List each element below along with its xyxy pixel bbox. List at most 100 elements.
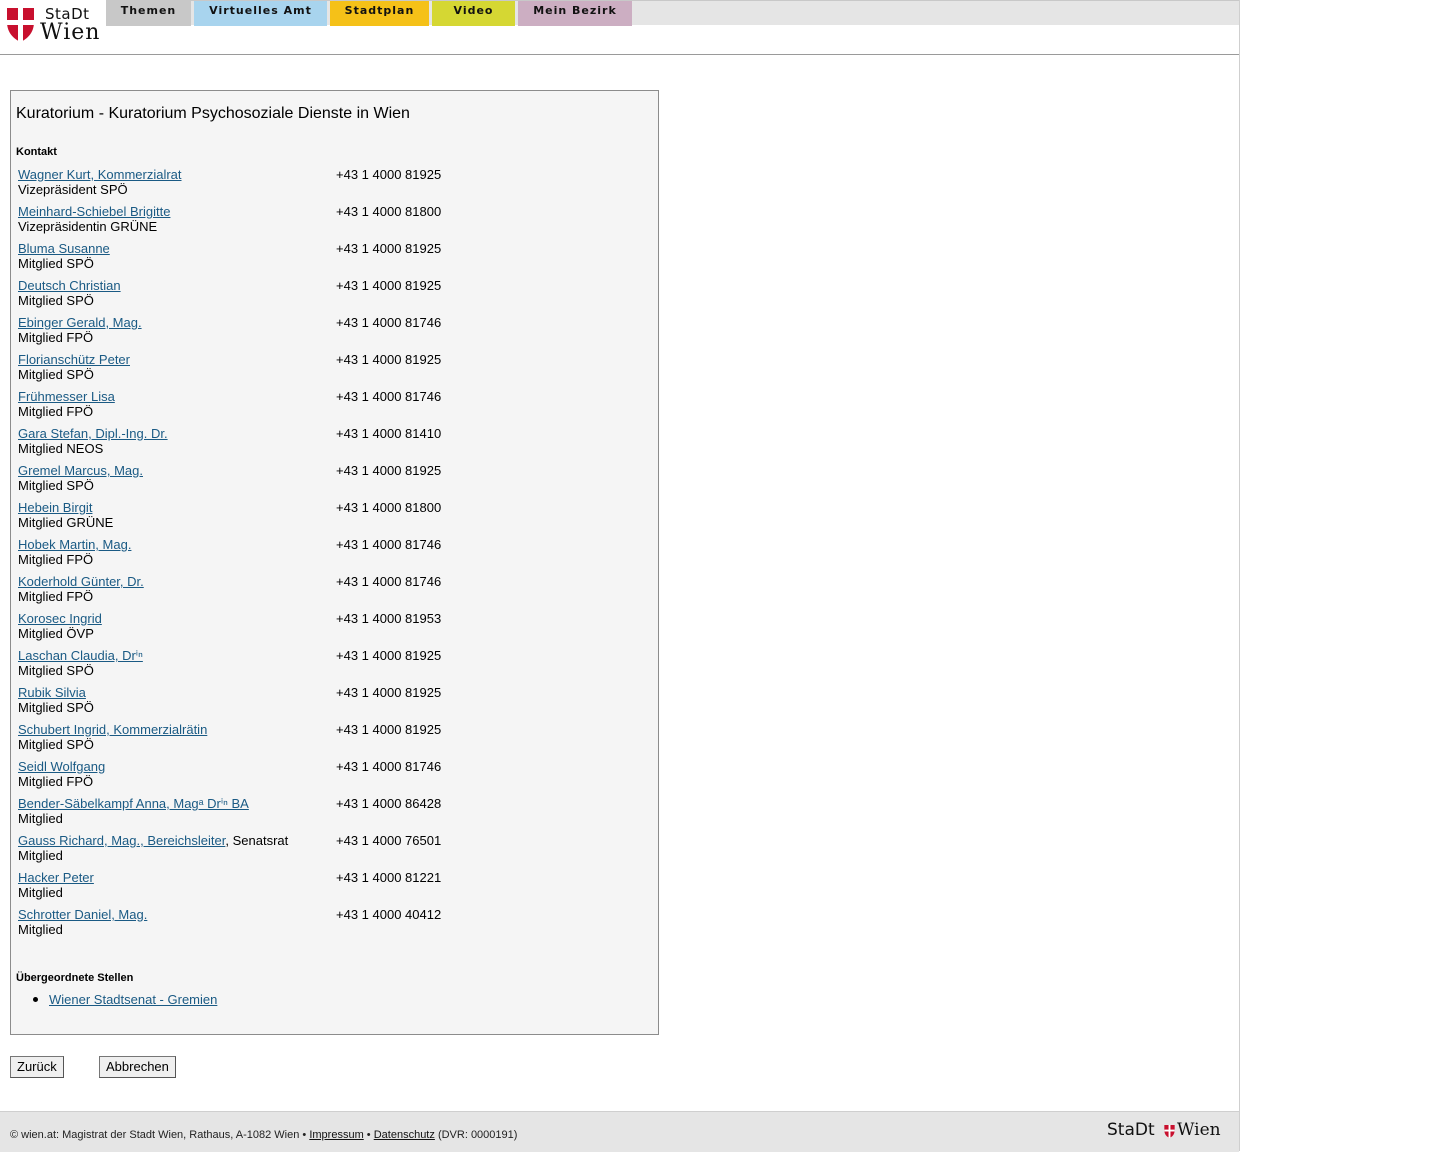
organization-panel: Kuratorium - Kuratorium Psychosoziale Di… xyxy=(10,90,659,1035)
datenschutz-link[interactable]: Datenschutz xyxy=(374,1129,435,1141)
contact-role: Mitglied SPÖ xyxy=(18,663,94,678)
contact-name: Bluma Susanne xyxy=(18,241,110,256)
site-header: StaDt Wien Themen Virtuelles Amt Stadtpl… xyxy=(0,0,1239,55)
contact-name-link[interactable]: Hebein Birgit xyxy=(18,500,92,515)
contact-name-link[interactable]: Koderhold Günter, Dr. xyxy=(18,574,144,589)
contact-role: Mitglied FPÖ xyxy=(18,330,94,345)
list-bullet-icon xyxy=(33,997,38,1002)
contact-role: Mitglied xyxy=(18,885,63,900)
contact-row: Seidl Wolfgang Mitglied FPÖ +43 1 4000 817… xyxy=(18,759,638,796)
contact-role: Mitglied xyxy=(18,811,63,826)
footer-separator: • xyxy=(366,1129,371,1141)
contact-name-link[interactable]: Bender-Säbelkampf Anna, Magᵃ Drⁱⁿ BA xyxy=(18,796,249,811)
footer-stadt-wien-logo[interactable]: StaDt Wien xyxy=(1107,1120,1232,1144)
logo-text-wien: Wien xyxy=(40,20,101,45)
contact-name-link[interactable]: Meinhard-Schiebel Brigitte xyxy=(18,204,170,219)
contact-list: Wagner Kurt, Kommerzialrat Vizepräsident … xyxy=(18,167,638,944)
tab-virtuelles-amt[interactable]: Virtuelles Amt xyxy=(194,1,327,26)
contact-phone: +43 1 4000 81800 xyxy=(336,204,442,219)
footer-logo-text-wien: Wien xyxy=(1177,1120,1221,1140)
contact-phone: +43 1 4000 81925 xyxy=(336,648,442,663)
contact-row: Schrotter Daniel, Mag. Mitglied +43 1 4000… xyxy=(18,907,638,944)
contact-role: Mitglied SPÖ xyxy=(18,256,94,271)
cancel-button[interactable]: Abbrechen xyxy=(99,1056,176,1078)
contact-name-link[interactable]: Schrotter Daniel, Mag. xyxy=(18,907,147,922)
contact-name: Seidl Wolfgang xyxy=(18,759,105,774)
contact-name-link[interactable]: Seidl Wolfgang xyxy=(18,759,105,774)
contact-name-link[interactable]: Gauss Richard, Mag., Bereichsleiter xyxy=(18,833,225,848)
contact-name-link[interactable]: Rubik Silvia xyxy=(18,685,86,700)
contact-role: Mitglied xyxy=(18,922,63,937)
contact-phone: +43 1 4000 81410 xyxy=(336,426,442,441)
tab-themen[interactable]: Themen xyxy=(106,1,191,26)
contact-row: Ebinger Gerald, Mag. Mitglied FPÖ +43 1 40… xyxy=(18,315,638,352)
contact-row: Laschan Claudia, Drⁱⁿ Mitglied SPÖ +43 1 4… xyxy=(18,648,638,685)
right-empty-area xyxy=(1240,0,1440,1151)
impressum-link[interactable]: Impressum xyxy=(309,1129,363,1141)
footer-text: © wien.at: Magistrat der Stadt Wien, Rat… xyxy=(10,1129,517,1141)
contact-role: Mitglied SPÖ xyxy=(18,737,94,752)
page: StaDt Wien Themen Virtuelles Amt Stadtpl… xyxy=(0,0,1240,1152)
contact-phone: +43 1 4000 81746 xyxy=(336,537,442,552)
tab-mein-bezirk[interactable]: Mein Bezirk xyxy=(518,1,632,26)
contact-row: Hacker Peter Mitglied +43 1 4000 81221 xyxy=(18,870,638,907)
contact-name-suffix: , Senatsrat xyxy=(225,833,289,848)
contact-name: Gara Stefan, Dipl.-Ing. Dr. xyxy=(18,426,168,441)
contact-name: Laschan Claudia, Drⁱⁿ xyxy=(18,648,143,664)
tab-video[interactable]: Video xyxy=(432,1,515,26)
footer-copyright: © wien.at: Magistrat der Stadt Wien, Rat… xyxy=(10,1129,307,1141)
contact-heading: Kontakt xyxy=(16,146,57,158)
site-footer: © wien.at: Magistrat der Stadt Wien, Rat… xyxy=(0,1111,1239,1152)
contact-name-link[interactable]: Gremel Marcus, Mag. xyxy=(18,463,143,478)
contact-role: Mitglied ÖVP xyxy=(18,626,94,641)
back-button[interactable]: Zurück xyxy=(10,1056,64,1078)
contact-name-link[interactable]: Hacker Peter xyxy=(18,870,94,885)
contact-name-link[interactable]: Laschan Claudia, Drⁱⁿ xyxy=(18,648,143,663)
contact-name-link[interactable]: Frühmesser Lisa xyxy=(18,389,115,404)
contact-phone: +43 1 4000 81925 xyxy=(336,278,442,293)
contact-name: Hobek Martin, Mag. xyxy=(18,537,131,552)
contact-name-link[interactable]: Hobek Martin, Mag. xyxy=(18,537,131,552)
contact-row: Hobek Martin, Mag. Mitglied FPÖ +43 1 4000… xyxy=(18,537,638,574)
contact-name: Frühmesser Lisa xyxy=(18,389,115,404)
contact-name: Florianschütz Peter xyxy=(18,352,130,367)
contact-row: Wagner Kurt, Kommerzialrat Vizepräsident … xyxy=(18,167,638,204)
contact-phone: +43 1 4000 86428 xyxy=(336,796,442,811)
contact-phone: +43 1 4000 81800 xyxy=(336,500,442,515)
contact-phone: +43 1 4000 81925 xyxy=(336,685,442,700)
contact-role: Mitglied SPÖ xyxy=(18,700,94,715)
contact-name: Wagner Kurt, Kommerzialrat xyxy=(18,167,182,182)
stadt-wien-logo[interactable]: StaDt Wien xyxy=(7,5,102,45)
contact-name: Koderhold Günter, Dr. xyxy=(18,574,144,589)
contact-row: Deutsch Christian Mitglied SPÖ +43 1 4000 … xyxy=(18,278,638,315)
contact-name-link[interactable]: Florianschütz Peter xyxy=(18,352,130,367)
contact-phone: +43 1 4000 81221 xyxy=(336,870,442,885)
contact-row: Korosec Ingrid Mitglied ÖVP +43 1 4000 819… xyxy=(18,611,638,648)
contact-name-link[interactable]: Gara Stefan, Dipl.-Ing. Dr. xyxy=(18,426,168,441)
contact-role: Mitglied FPÖ xyxy=(18,774,94,789)
contact-name: Deutsch Christian xyxy=(18,278,121,293)
contact-row: Bender-Säbelkampf Anna, Magᵃ Drⁱⁿ BA Mitg… xyxy=(18,796,638,833)
contact-phone: +43 1 4000 81746 xyxy=(336,315,442,330)
contact-phone: +43 1 4000 76501 xyxy=(336,833,442,848)
contact-name-link[interactable]: Korosec Ingrid xyxy=(18,611,102,626)
contact-phone: +43 1 4000 81925 xyxy=(336,167,442,182)
main-nav: Themen Virtuelles Amt Stadtplan Video Me… xyxy=(106,0,1239,26)
contact-name: Bender-Säbelkampf Anna, Magᵃ Drⁱⁿ BA xyxy=(18,796,249,812)
contact-name-link[interactable]: Wagner Kurt, Kommerzialrat xyxy=(18,167,182,182)
contact-row: Bluma Susanne Mitglied SPÖ +43 1 4000 8192… xyxy=(18,241,638,278)
contact-phone: +43 1 4000 40412 xyxy=(336,907,442,922)
contact-name: Hebein Birgit xyxy=(18,500,92,515)
contact-name-link[interactable]: Bluma Susanne xyxy=(18,241,110,256)
parent-unit-link[interactable]: Wiener Stadtsenat - Gremien xyxy=(49,992,217,1007)
footer-dvr: (DVR: 0000191) xyxy=(437,1129,518,1141)
contact-name-link[interactable]: Deutsch Christian xyxy=(18,278,121,293)
contact-name: Rubik Silvia xyxy=(18,685,86,700)
contact-name-link[interactable]: Ebinger Gerald, Mag. xyxy=(18,315,142,330)
contact-role: Mitglied FPÖ xyxy=(18,404,94,419)
tab-stadtplan[interactable]: Stadtplan xyxy=(330,1,429,26)
contact-row: Gremel Marcus, Mag. Mitglied SPÖ +43 1 400… xyxy=(18,463,638,500)
contact-phone: +43 1 4000 81746 xyxy=(336,574,442,589)
contact-name-link[interactable]: Schubert Ingrid, Kommerzialrätin xyxy=(18,722,207,737)
contact-row: Meinhard-Schiebel Brigitte Vizepräsidenti… xyxy=(18,204,638,241)
